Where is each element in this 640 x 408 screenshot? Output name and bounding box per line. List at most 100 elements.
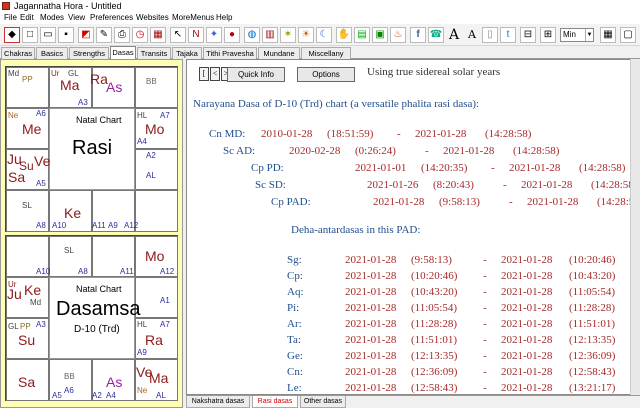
star-icon[interactable]: ✶	[280, 27, 296, 43]
deha-start-date: 2021-01-28	[345, 334, 397, 346]
calendar-icon[interactable]: ▦	[150, 27, 166, 43]
new-chart-icon[interactable]: ◆	[4, 27, 20, 43]
rasi-bb: BB	[146, 77, 157, 86]
app-icon	[2, 2, 10, 10]
new-icon[interactable]: □	[22, 27, 38, 43]
calculator-icon[interactable]: ▤	[354, 27, 370, 43]
window-icon[interactable]: ▢	[620, 27, 636, 43]
chevron-down-icon[interactable]: ▼	[585, 29, 593, 41]
tab-other-dasas[interactable]: Other dasas	[300, 396, 346, 408]
phone-icon[interactable]: ☎	[428, 27, 444, 43]
chart-style-icon[interactable]: ◩	[78, 27, 94, 43]
print-icon[interactable]: ⎙	[114, 27, 130, 43]
d10-a4: A4	[106, 391, 116, 400]
twitter-icon[interactable]: t	[500, 27, 516, 43]
deha-end-time: (12:36:09)	[569, 350, 616, 362]
rasi-a7: A7	[160, 111, 170, 120]
tab-mundane[interactable]: Mundane	[258, 47, 300, 59]
moon-icon[interactable]: ☾	[316, 27, 332, 43]
menu-moremenus[interactable]: MoreMenus	[172, 12, 214, 24]
deha-end-time: (11:05:54)	[569, 286, 616, 298]
deha-start-time: (9:58:13)	[411, 254, 452, 266]
options-button[interactable]: Options	[297, 67, 355, 82]
quick-info-button[interactable]: Quick Info	[227, 67, 285, 82]
zoom-select[interactable]: Min ▼	[560, 28, 594, 42]
menu-file[interactable]: File	[4, 12, 17, 24]
facebook-icon[interactable]: f	[410, 27, 426, 43]
dasa-end-time: (14:28:58)	[579, 162, 626, 174]
grid-icon[interactable]: ▦	[600, 27, 616, 43]
deha-label: Ar:	[287, 318, 302, 330]
pointer-icon[interactable]: ✦	[206, 27, 222, 43]
globe-icon[interactable]: ◍	[244, 27, 260, 43]
tab-nakshatra-dasas[interactable]: Nakshatra dasas	[186, 396, 250, 408]
tab-tajaka[interactable]: Tajaka	[172, 47, 202, 59]
deha-separator: -	[483, 270, 487, 282]
toolbar: ◆ □ ▭ ▪ ◩ ✎ ⎙ ◷ ▦ ↖ N ✦ ● ◍ ▥ ✶ ☀ ☾ ✋ ▤ …	[0, 24, 640, 46]
edit-icon[interactable]: ✎	[96, 27, 112, 43]
d10-bb: BB	[64, 372, 75, 381]
tab-miscellany[interactable]: Miscellany	[301, 47, 351, 59]
d10-a7: A7	[160, 320, 170, 329]
dasa-end-time: (14:28:58)	[513, 145, 560, 157]
rasi-a4: A4	[137, 137, 147, 146]
deha-label: Cp:	[287, 270, 303, 282]
red-sun-icon[interactable]: ●	[224, 27, 240, 43]
prev-button[interactable]: <	[210, 67, 220, 81]
book-icon[interactable]: ▣	[372, 27, 388, 43]
rasi-a8: A8	[36, 221, 46, 230]
rasi-pp: PP	[22, 75, 33, 84]
bar-chart-icon[interactable]: ▥	[262, 27, 278, 43]
d10-ra: Ra	[145, 332, 163, 348]
dasamsa-chart[interactable]: SL A8 Mo A12 A10 A11 Ur Ju Ke Md A1 Nata…	[5, 235, 178, 401]
panel-icon[interactable]: ▯	[482, 27, 498, 43]
open-icon[interactable]: ▭	[40, 27, 56, 43]
menu-websites[interactable]: Websites	[136, 12, 169, 24]
north-chart-icon[interactable]: N	[188, 27, 204, 43]
save-icon[interactable]: ▪	[58, 27, 74, 43]
tab-rasi-dasas[interactable]: Rasi dasas	[252, 396, 298, 408]
zoom-out-icon[interactable]: ⊟	[520, 27, 536, 43]
deha-label: Le:	[287, 382, 302, 394]
dasa-label: Cn MD:	[209, 128, 246, 140]
rasi-a2: A2	[146, 151, 156, 160]
d10-a11: A11	[120, 267, 134, 276]
cursor-icon[interactable]: ↖	[170, 27, 186, 43]
tab-chakras[interactable]: Chakras	[1, 47, 35, 59]
dasa-label: Sc AD:	[223, 145, 256, 157]
menu-view[interactable]: View	[68, 12, 85, 24]
tab-basics[interactable]: Basics	[36, 47, 68, 59]
rasi-sl: SL	[22, 201, 32, 210]
d10-a1: A1	[160, 296, 170, 305]
dasa-start-date: 2021-01-26	[367, 179, 419, 191]
charts-panel: Md PP Ur GL Ma Ra As A3 BB Ne Me A6 HL A…	[0, 59, 183, 408]
font-small-icon[interactable]: A	[464, 27, 480, 43]
font-large-icon[interactable]: A	[446, 27, 462, 43]
hand-icon[interactable]: ✋	[336, 27, 352, 43]
tab-transits[interactable]: Transits	[137, 47, 171, 59]
menu-edit[interactable]: Edit	[20, 12, 34, 24]
rasi-chart-name: Rasi	[72, 137, 113, 159]
rasi-a12: A12	[124, 221, 139, 230]
dasa-end-time: (14:28:58)	[485, 128, 532, 140]
menu-preferences[interactable]: Preferences	[90, 12, 133, 24]
rasi-chart[interactable]: Md PP Ur GL Ma Ra As A3 BB Ne Me A6 HL A…	[5, 66, 178, 232]
menu-modes[interactable]: Modes	[40, 12, 64, 24]
first-button[interactable]: [	[199, 67, 209, 81]
clock-icon[interactable]: ◷	[132, 27, 148, 43]
deha-end-date: 2021-01-28	[501, 334, 553, 346]
vertical-scrollbar[interactable]	[630, 59, 640, 395]
tab-tithi-pravesha[interactable]: Tithi Pravesha	[203, 47, 257, 59]
menu-help[interactable]: Help	[216, 12, 232, 24]
tab-strengths[interactable]: Strengths	[69, 47, 109, 59]
sun-icon[interactable]: ☀	[298, 27, 314, 43]
d10-a5: A5	[52, 391, 62, 400]
zoom-in-icon[interactable]: ⊞	[540, 27, 556, 43]
dasa-label: Sc SD:	[255, 179, 286, 191]
deha-end-time: (10:43:20)	[569, 270, 616, 282]
fire-icon[interactable]: ♨	[390, 27, 406, 43]
tab-dasas[interactable]: Dasas	[110, 46, 136, 59]
rasi-md: Md	[8, 69, 20, 78]
deha-start-date: 2021-01-28	[345, 286, 397, 298]
rasi-ke: Ke	[64, 205, 82, 221]
